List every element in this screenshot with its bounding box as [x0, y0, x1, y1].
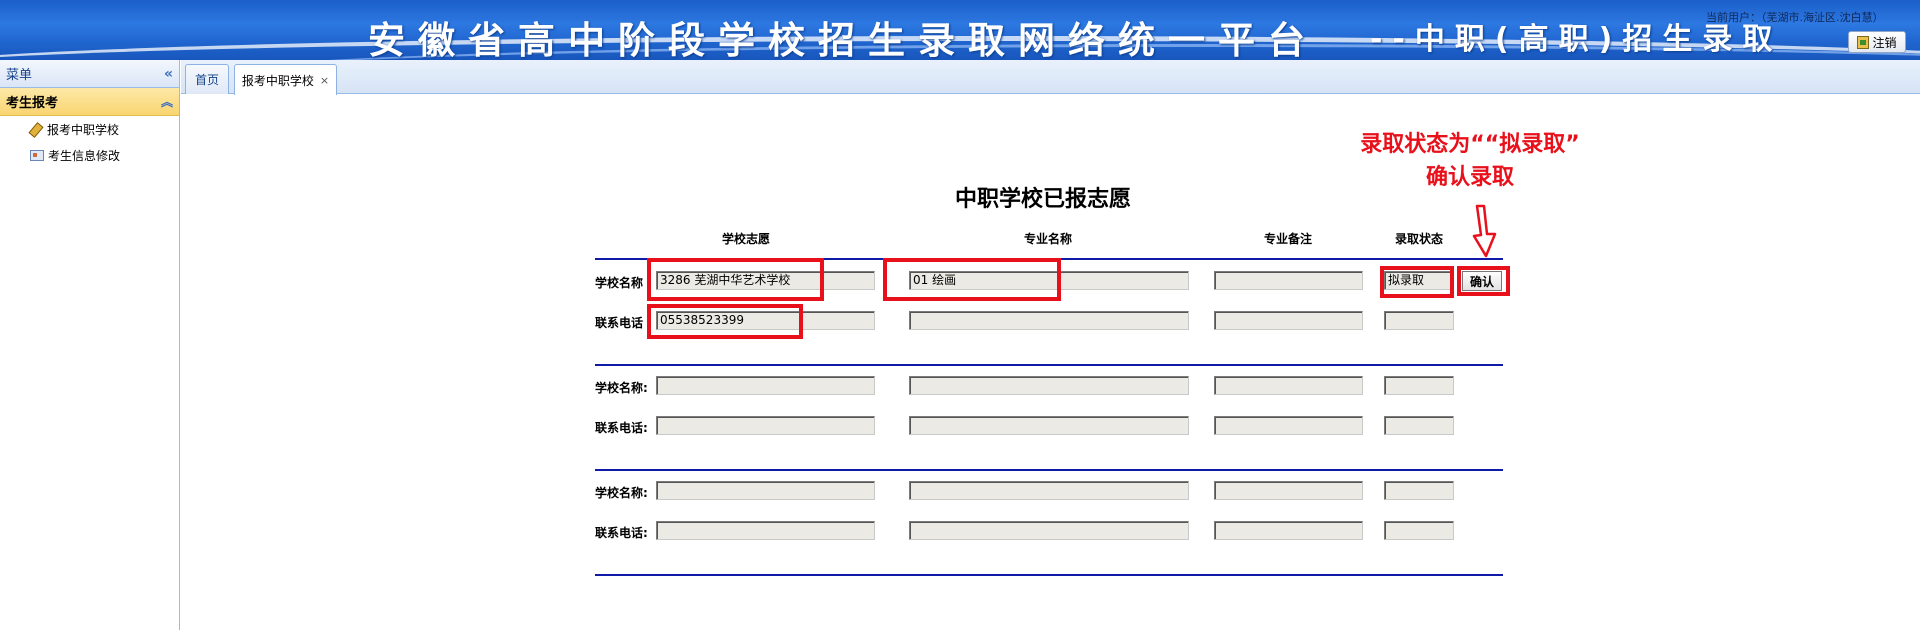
major-note-field[interactable]: [1214, 271, 1363, 290]
collapse-up-icon[interactable]: ︽: [161, 93, 173, 110]
menu-title: 菜单: [6, 68, 33, 83]
phone-row-field-2[interactable]: [909, 311, 1189, 330]
phone-row-field-4[interactable]: [1384, 311, 1454, 330]
major-field[interactable]: [909, 481, 1189, 500]
highlight-box-school: [647, 258, 824, 301]
page-title: 中职学校已报志愿: [955, 187, 1132, 212]
group-divider: [595, 574, 1503, 576]
left-menu-panel: 菜单 « 考生报考 ︽ 报考中职学校 考生信息修改: [0, 60, 180, 630]
annotation-line-1: 录取状态为““拟录取”: [1360, 132, 1580, 157]
phone-row-field-3[interactable]: [1214, 521, 1363, 540]
column-header-status: 录取状态: [1395, 232, 1444, 246]
top-banner: 安徽省高中阶段学校招生录取网络统一平台 --中职(高职)招生录取 当前用户：（芜…: [0, 0, 1920, 60]
collapse-left-icon[interactable]: «: [164, 66, 173, 82]
phone-field[interactable]: [656, 521, 875, 540]
status-field[interactable]: [1384, 376, 1454, 395]
phone-row-field-2[interactable]: [909, 416, 1189, 435]
column-header-major-note: 专业备注: [1264, 232, 1313, 246]
tab-apply-vocational[interactable]: 报考中职学校 ×: [234, 64, 337, 95]
card-icon: [30, 149, 44, 161]
sidebar-item-apply-vocational[interactable]: 报考中职学校: [0, 116, 179, 142]
major-note-field[interactable]: [1214, 376, 1363, 395]
school-name-label: 学校名称:: [595, 486, 648, 500]
platform-title: 安徽省高中阶段学校招生录取网络统一平台: [368, 19, 1318, 60]
column-header-school: 学校志愿: [722, 232, 771, 246]
menu-group-label: 考生报考: [6, 96, 59, 111]
phone-row-field-4[interactable]: [1384, 416, 1454, 435]
school-field[interactable]: [656, 481, 875, 500]
phone-field[interactable]: [656, 416, 875, 435]
tab-home[interactable]: 首页: [185, 64, 229, 94]
highlight-box-major: [883, 258, 1061, 301]
major-field[interactable]: [909, 376, 1189, 395]
menu-header: 菜单 «: [0, 60, 179, 88]
logout-label: 注销: [1872, 35, 1897, 50]
phone-row-field-3[interactable]: [1214, 416, 1363, 435]
annotation-note: 录取状态为““拟录取” 确认录取: [1340, 128, 1600, 194]
group-divider: [595, 469, 1503, 471]
highlight-box-phone: [647, 304, 803, 339]
highlight-box-confirm: [1457, 266, 1510, 296]
group-divider: [595, 364, 1503, 366]
logout-icon: [1857, 35, 1870, 49]
major-note-field[interactable]: [1214, 481, 1363, 500]
tab-label: 首页: [194, 73, 219, 87]
main-content: [181, 95, 1920, 630]
current-user-label: 当前用户：（芜湖市.海沚区.沈白慧）: [1706, 11, 1884, 24]
sidebar-item-label: 报考中职学校: [47, 122, 120, 137]
school-field[interactable]: [656, 376, 875, 395]
phone-row-field-3[interactable]: [1214, 311, 1363, 330]
sidebar-item-label: 考生信息修改: [48, 148, 121, 163]
school-name-label: 学校名称:: [595, 381, 648, 395]
close-tab-icon[interactable]: ×: [320, 74, 329, 87]
school-name-label: 学校名称: [595, 276, 644, 290]
status-field[interactable]: [1384, 481, 1454, 500]
menu-group-student-apply[interactable]: 考生报考 ︽: [0, 88, 179, 116]
phone-label: 联系电话: [595, 316, 644, 330]
sidebar-item-edit-info[interactable]: 考生信息修改: [0, 142, 179, 168]
column-header-major: 专业名称: [1024, 232, 1073, 246]
annotation-line-2: 确认录取: [1425, 165, 1514, 190]
phone-label: 联系电话:: [595, 421, 648, 435]
pen-icon: [30, 123, 43, 136]
tab-bar: 首页 报考中职学校 ×: [181, 60, 1920, 95]
phone-row-field-2[interactable]: [909, 521, 1189, 540]
tab-label: 报考中职学校: [241, 73, 314, 88]
annotation-arrow-icon: [1472, 204, 1497, 258]
logout-button[interactable]: 注销: [1848, 31, 1906, 53]
highlight-box-status: [1380, 266, 1454, 298]
phone-label: 联系电话:: [595, 526, 648, 540]
phone-row-field-4[interactable]: [1384, 521, 1454, 540]
